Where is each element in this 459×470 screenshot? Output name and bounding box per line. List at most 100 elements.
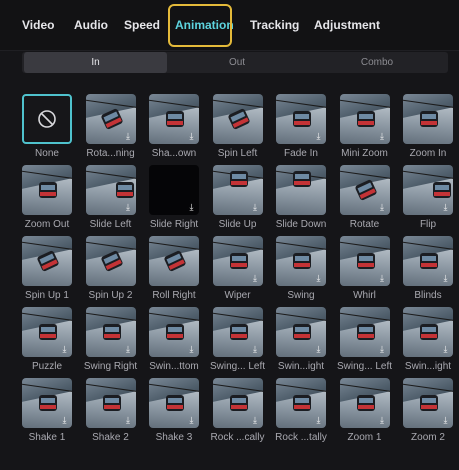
download-icon[interactable]: ⤓ [60,416,69,425]
preset-label: Wiper [224,290,251,301]
animation-preset[interactable]: ⤓ Blinds [397,232,459,304]
download-icon[interactable]: ⤓ [441,274,450,283]
preset-label: Shake 2 [92,432,129,443]
download-icon[interactable]: ⤓ [124,416,133,425]
subtab-out[interactable]: Out [167,52,307,73]
download-icon[interactable]: ⤓ [251,416,260,425]
download-icon[interactable]: ⤓ [378,132,387,141]
preset-thumbnail: ⤓ [85,378,136,428]
animation-preset[interactable]: ⤓ Rock ...cally [207,374,269,446]
subtab-in[interactable]: In [24,52,167,73]
animation-preset[interactable]: ⤓ Swing... Left [334,303,396,375]
download-icon[interactable]: ⤓ [378,345,387,354]
preset-thumbnail: ⤓ [85,307,136,357]
preset-label: Slide Right [149,219,199,230]
preset-label: Swin...ight [404,361,452,372]
animation-preset[interactable]: ⤓ Rotate [334,161,396,233]
download-icon[interactable]: ⤓ [251,345,260,354]
prohibited-icon [38,110,56,128]
preset-label: Slide Up [218,219,257,230]
animation-preset[interactable]: ⤓ Puzzle [16,303,78,375]
thumbnail-gondola [293,395,311,411]
download-icon[interactable]: ⤓ [378,203,387,212]
animation-preset[interactable]: Spin Left [207,90,269,162]
download-icon[interactable]: ⤓ [124,132,133,141]
download-icon[interactable]: ⤓ [187,345,196,354]
download-icon[interactable]: ⤓ [378,416,387,425]
preset-label: Rock ...tally [275,432,327,443]
download-icon[interactable]: ⤓ [314,274,323,283]
animation-preset[interactable]: ⤓ Slide Right [143,161,205,233]
thumbnail-gondola [356,111,375,127]
download-icon[interactable]: ⤓ [124,345,133,354]
tab-speed[interactable]: Speed [124,18,160,34]
preset-label: Shake 3 [155,432,193,443]
thumbnail-gondola [433,182,451,198]
animation-preset[interactable]: ⤓ Swing [270,232,332,304]
animation-preset[interactable]: None [16,90,78,162]
animation-preset[interactable]: ⤓ Zoom 2 [397,374,459,446]
animation-preset[interactable]: ⤓ Slide Up [207,161,269,233]
animation-preset[interactable]: ⤓ Rota...ning [80,90,142,162]
download-icon[interactable]: ⤓ [124,203,133,212]
animation-preset[interactable]: ⤓ Shake 3 [143,374,205,446]
animation-preset[interactable]: ⤓ Shake 2 [80,374,142,446]
download-icon[interactable]: ⤓ [314,345,323,354]
thumbnail-gondola [166,111,184,127]
preset-label: Roll Right [152,290,196,301]
download-icon[interactable]: ⤓ [378,274,387,283]
animation-preset[interactable]: ⤓ Whirl [334,232,396,304]
animation-preset[interactable]: Zoom Out [16,161,78,233]
animation-preset[interactable]: ⤓ Swin...ight [397,303,459,375]
preset-thumbnail [22,236,72,286]
thumbnail-gondola [356,253,375,269]
animation-preset[interactable]: ⤓ Rock ...tally [270,374,332,446]
animation-preset[interactable]: ⤓ Swin...ight [270,303,332,375]
thumbnail-gondola [166,324,184,340]
thumbnail-gondola [115,182,134,198]
animation-preset[interactable]: ⤓ Swing... Left [207,303,269,375]
preset-label: Whirl [353,290,376,301]
animation-preset[interactable]: ⤓ Fade In [270,90,332,162]
preset-thumbnail [276,165,326,215]
download-icon[interactable]: ⤓ [314,132,323,141]
animation-preset[interactable]: ⤓ Slide Left [80,161,142,233]
animation-preset[interactable]: Zoom In [397,90,459,162]
preset-thumbnail: ⤓ [339,94,390,144]
tab-adjustment[interactable]: Adjustment [314,18,380,34]
preset-thumbnail: ⤓ [403,165,453,215]
animation-preset[interactable]: ⤓ Swing Right [80,303,142,375]
tab-audio[interactable]: Audio [74,18,108,34]
preset-thumbnail: ⤓ [339,307,390,357]
animation-preset[interactable]: ⤓ Sha...own [143,90,205,162]
animation-preset[interactable]: ⤓ Flip [397,161,459,233]
thumbnail-gondola [39,395,57,411]
animation-preset[interactable]: ⤓ Swin...ttom [143,303,205,375]
subtab-combo[interactable]: Combo [307,52,447,73]
preset-label: Rock ...cally [210,432,265,443]
animation-preset[interactable]: Spin Up 1 [16,232,78,304]
animation-preset[interactable]: Roll Right [143,232,205,304]
download-icon[interactable]: ⤓ [441,416,450,425]
animation-preset[interactable]: Slide Down [270,161,332,233]
download-icon[interactable]: ⤓ [187,132,196,141]
download-icon[interactable]: ⤓ [251,203,260,212]
download-icon[interactable]: ⤓ [60,345,69,354]
animation-type-selector: In Out Combo [22,52,448,73]
animation-preset[interactable]: Spin Up 2 [80,232,142,304]
preset-thumbnail: ⤓ [212,307,263,357]
animation-preset[interactable]: ⤓ Mini Zoom [334,90,396,162]
animation-preset[interactable]: ⤓ Zoom 1 [334,374,396,446]
download-icon[interactable]: ⤓ [314,416,323,425]
download-icon[interactable]: ⤓ [187,203,196,212]
preset-thumbnail [85,236,136,286]
download-icon[interactable]: ⤓ [187,416,196,425]
preset-thumbnail: ⤓ [149,378,199,428]
download-icon[interactable]: ⤓ [251,274,260,283]
tab-video[interactable]: Video [22,18,54,34]
download-icon[interactable]: ⤓ [441,203,450,212]
animation-preset[interactable]: ⤓ Shake 1 [16,374,78,446]
download-icon[interactable]: ⤓ [441,345,450,354]
animation-preset[interactable]: ⤓ Wiper [207,232,269,304]
tab-tracking[interactable]: Tracking [250,18,299,34]
